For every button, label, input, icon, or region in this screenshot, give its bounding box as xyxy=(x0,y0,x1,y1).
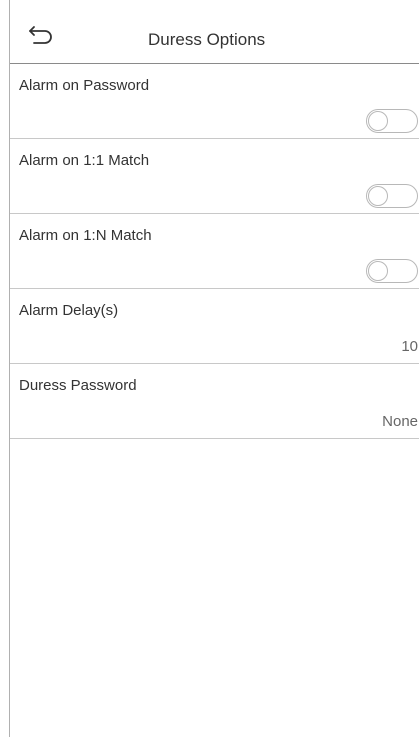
setting-alarm-delay[interactable]: Alarm Delay(s) 10 xyxy=(10,289,419,364)
toggle-knob xyxy=(368,261,388,281)
alarm-delay-value: 10 xyxy=(401,338,418,355)
duress-password-value: None xyxy=(382,413,418,430)
alarm-on-1-n-match-toggle[interactable] xyxy=(366,259,418,283)
alarm-on-1-1-match-toggle[interactable] xyxy=(366,184,418,208)
setting-alarm-on-password[interactable]: Alarm on Password xyxy=(10,64,419,139)
settings-screen: Duress Options Alarm on Password Alarm o… xyxy=(9,0,419,737)
header-bar: Duress Options xyxy=(10,0,419,64)
toggle-knob xyxy=(368,111,388,131)
setting-label: Duress Password xyxy=(19,377,137,394)
alarm-on-password-toggle[interactable] xyxy=(366,109,418,133)
setting-alarm-on-1-1-match[interactable]: Alarm on 1:1 Match xyxy=(10,139,419,214)
setting-label: Alarm Delay(s) xyxy=(19,302,119,319)
setting-duress-password[interactable]: Duress Password None xyxy=(10,364,419,439)
setting-label: Alarm on 1:1 Match xyxy=(19,152,150,169)
back-arrow-icon[interactable] xyxy=(28,25,54,45)
page-title: Duress Options xyxy=(148,30,266,49)
toggle-knob xyxy=(368,186,388,206)
setting-alarm-on-1-n-match[interactable]: Alarm on 1:N Match xyxy=(10,214,419,289)
setting-label: Alarm on 1:N Match xyxy=(19,227,152,244)
setting-label: Alarm on Password xyxy=(19,77,150,94)
